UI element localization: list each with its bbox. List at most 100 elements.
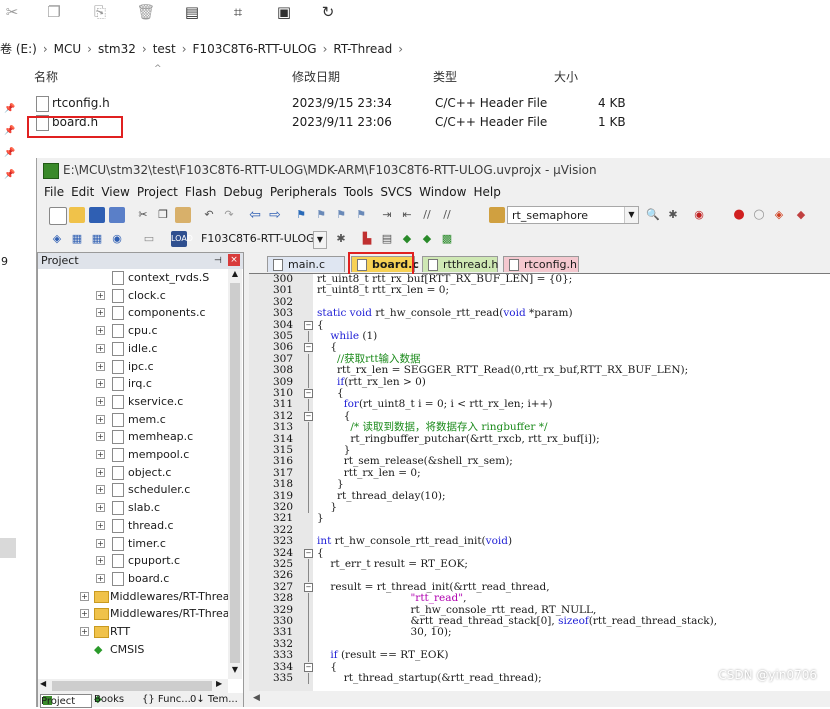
unindent-icon[interactable]: ⇤: [399, 207, 415, 223]
expand-icon[interactable]: +: [96, 485, 105, 495]
tree-item[interactable]: + mempool.c: [38, 446, 228, 463]
scroll-right-icon[interactable]: ▶: [216, 679, 222, 688]
tree-item[interactable]: + components.c: [38, 304, 228, 321]
save-icon[interactable]: [89, 207, 105, 223]
selected-nav-item[interactable]: [0, 538, 16, 558]
run-time-env-icon[interactable]: ▩: [439, 231, 455, 247]
column-name[interactable]: 名称: [34, 62, 58, 92]
tree-item[interactable]: + kservice.c: [38, 393, 228, 410]
tree-item[interactable]: + idle.c: [38, 340, 228, 357]
scroll-thumb[interactable]: [52, 681, 212, 691]
tree-item[interactable]: + cpu.c: [38, 322, 228, 339]
batch-build-icon[interactable]: ◉: [109, 231, 125, 247]
menu-item[interactable]: SVCS: [380, 182, 412, 202]
tree-item[interactable]: + irq.c: [38, 375, 228, 392]
fold-toggle-icon[interactable]: −: [304, 411, 313, 421]
menu-item[interactable]: Debug: [223, 182, 262, 202]
configure-icon[interactable]: ◆: [793, 207, 809, 223]
tree-item[interactable]: + clock.c: [38, 287, 228, 304]
breadcrumb-item[interactable]: RT-Thread: [333, 42, 392, 56]
scroll-up-icon[interactable]: ▲: [229, 269, 241, 281]
expand-icon[interactable]: +: [96, 556, 105, 566]
column-type[interactable]: 类型: [433, 62, 457, 92]
tree-item[interactable]: + RTT: [38, 623, 228, 640]
tab-templates[interactable]: 0↓ Tem...: [190, 693, 238, 707]
nav-back-icon[interactable]: ⇦: [247, 207, 263, 223]
menu-item[interactable]: View: [101, 182, 129, 202]
tree-item[interactable]: + object.c: [38, 464, 228, 481]
tree-item[interactable]: + memheap.c: [38, 428, 228, 445]
breadcrumb-item[interactable]: 卷 (E:): [0, 42, 37, 56]
tree-item[interactable]: + slab.c: [38, 499, 228, 516]
rename-icon[interactable]: ▤: [182, 2, 202, 22]
tree-item[interactable]: context_rvds.S: [38, 269, 228, 286]
save-all-icon[interactable]: [109, 207, 125, 223]
scroll-thumb[interactable]: [230, 283, 240, 663]
incremental-find-icon[interactable]: ✱: [665, 207, 681, 223]
cut-icon[interactable]: ✂: [135, 207, 151, 223]
scroll-down-icon[interactable]: ▼: [229, 665, 241, 677]
tree-item[interactable]: + ipc.c: [38, 358, 228, 375]
kill-breakpoints-icon[interactable]: ◈: [771, 207, 787, 223]
delete-icon[interactable]: 🗑: [136, 2, 156, 22]
expand-icon[interactable]: +: [96, 503, 105, 513]
breadcrumb-item[interactable]: MCU: [54, 42, 82, 56]
indent-icon[interactable]: ⇥: [379, 207, 395, 223]
uncomment-icon[interactable]: //: [439, 207, 455, 223]
undo-icon[interactable]: ↶: [201, 207, 217, 223]
disable-breakpoint-icon[interactable]: ○: [751, 207, 767, 223]
cut-icon[interactable]: ✂: [2, 2, 22, 22]
tree-item[interactable]: + Middlewares/RT-Thread/R: [38, 605, 228, 622]
copy-icon[interactable]: ❐: [155, 207, 171, 223]
target-combo[interactable]: F103C8T6-RTT-ULOG: [197, 230, 327, 248]
menu-item[interactable]: Help: [473, 182, 500, 202]
target-options-icon[interactable]: ✱: [333, 231, 349, 247]
expand-icon[interactable]: +: [96, 379, 105, 389]
expand-icon[interactable]: +: [96, 396, 105, 406]
paste-shortcut-icon[interactable]: ⎘: [90, 2, 110, 22]
expand-icon[interactable]: +: [96, 414, 105, 424]
expand-icon[interactable]: +: [96, 467, 105, 477]
column-modified[interactable]: 修改日期: [292, 62, 340, 92]
scroll-left-icon[interactable]: ◀: [40, 679, 46, 688]
tree-vertical-scrollbar[interactable]: ▲ ▼: [228, 269, 242, 679]
tree-item[interactable]: + Middlewares/RT-Thread/R: [38, 588, 228, 605]
fold-toggle-icon[interactable]: −: [304, 662, 313, 672]
expand-icon[interactable]: +: [96, 290, 105, 300]
menu-item[interactable]: Window: [419, 182, 466, 202]
editor-tab[interactable]: main.c: [267, 256, 345, 272]
chevron-down-icon[interactable]: ▼: [624, 207, 638, 223]
tree-item[interactable]: ◆ CMSIS: [38, 641, 228, 658]
breadcrumb-item[interactable]: stm32: [98, 42, 136, 56]
stop-build-icon[interactable]: ▭: [141, 231, 157, 247]
tree-item[interactable]: + cpuport.c: [38, 552, 228, 569]
find-icon[interactable]: 🔍: [645, 207, 661, 223]
menu-item[interactable]: Project: [137, 182, 178, 202]
crop-icon[interactable]: ⌗: [228, 2, 248, 22]
expand-icon[interactable]: +: [96, 308, 105, 318]
tree-item[interactable]: + scheduler.c: [38, 481, 228, 498]
close-panel-icon[interactable]: ×: [228, 254, 240, 266]
breadcrumb-item[interactable]: F103C8T6-RTT-ULOG: [193, 42, 317, 56]
nav-forward-icon[interactable]: ⇨: [267, 207, 283, 223]
expand-icon[interactable]: +: [96, 343, 105, 353]
expand-icon[interactable]: +: [96, 450, 105, 459]
fold-toggle-icon[interactable]: −: [304, 389, 313, 398]
tree-item[interactable]: + mem.c: [38, 411, 228, 428]
select-packs-icon[interactable]: ◆: [419, 231, 435, 247]
tab-functions[interactable]: {} Func...: [142, 693, 191, 707]
menu-item[interactable]: Tools: [344, 182, 374, 202]
redo-icon[interactable]: ↷: [221, 207, 237, 223]
pack-installer-icon[interactable]: ◆: [399, 231, 415, 247]
next-bookmark-icon[interactable]: ⚑: [333, 207, 349, 223]
expand-icon[interactable]: +: [96, 573, 105, 583]
paste-icon[interactable]: [175, 207, 191, 223]
comment-icon[interactable]: //: [419, 207, 435, 223]
pin-panel-icon[interactable]: ⊣: [214, 253, 222, 269]
expand-icon[interactable]: +: [80, 627, 89, 636]
prev-bookmark-icon[interactable]: ⚑: [313, 207, 329, 223]
expand-icon[interactable]: +: [80, 609, 89, 619]
file-extensions-icon[interactable]: ▤: [379, 231, 395, 247]
find-in-files-icon[interactable]: [489, 207, 505, 223]
breakpoint-icon[interactable]: ●: [731, 207, 747, 223]
